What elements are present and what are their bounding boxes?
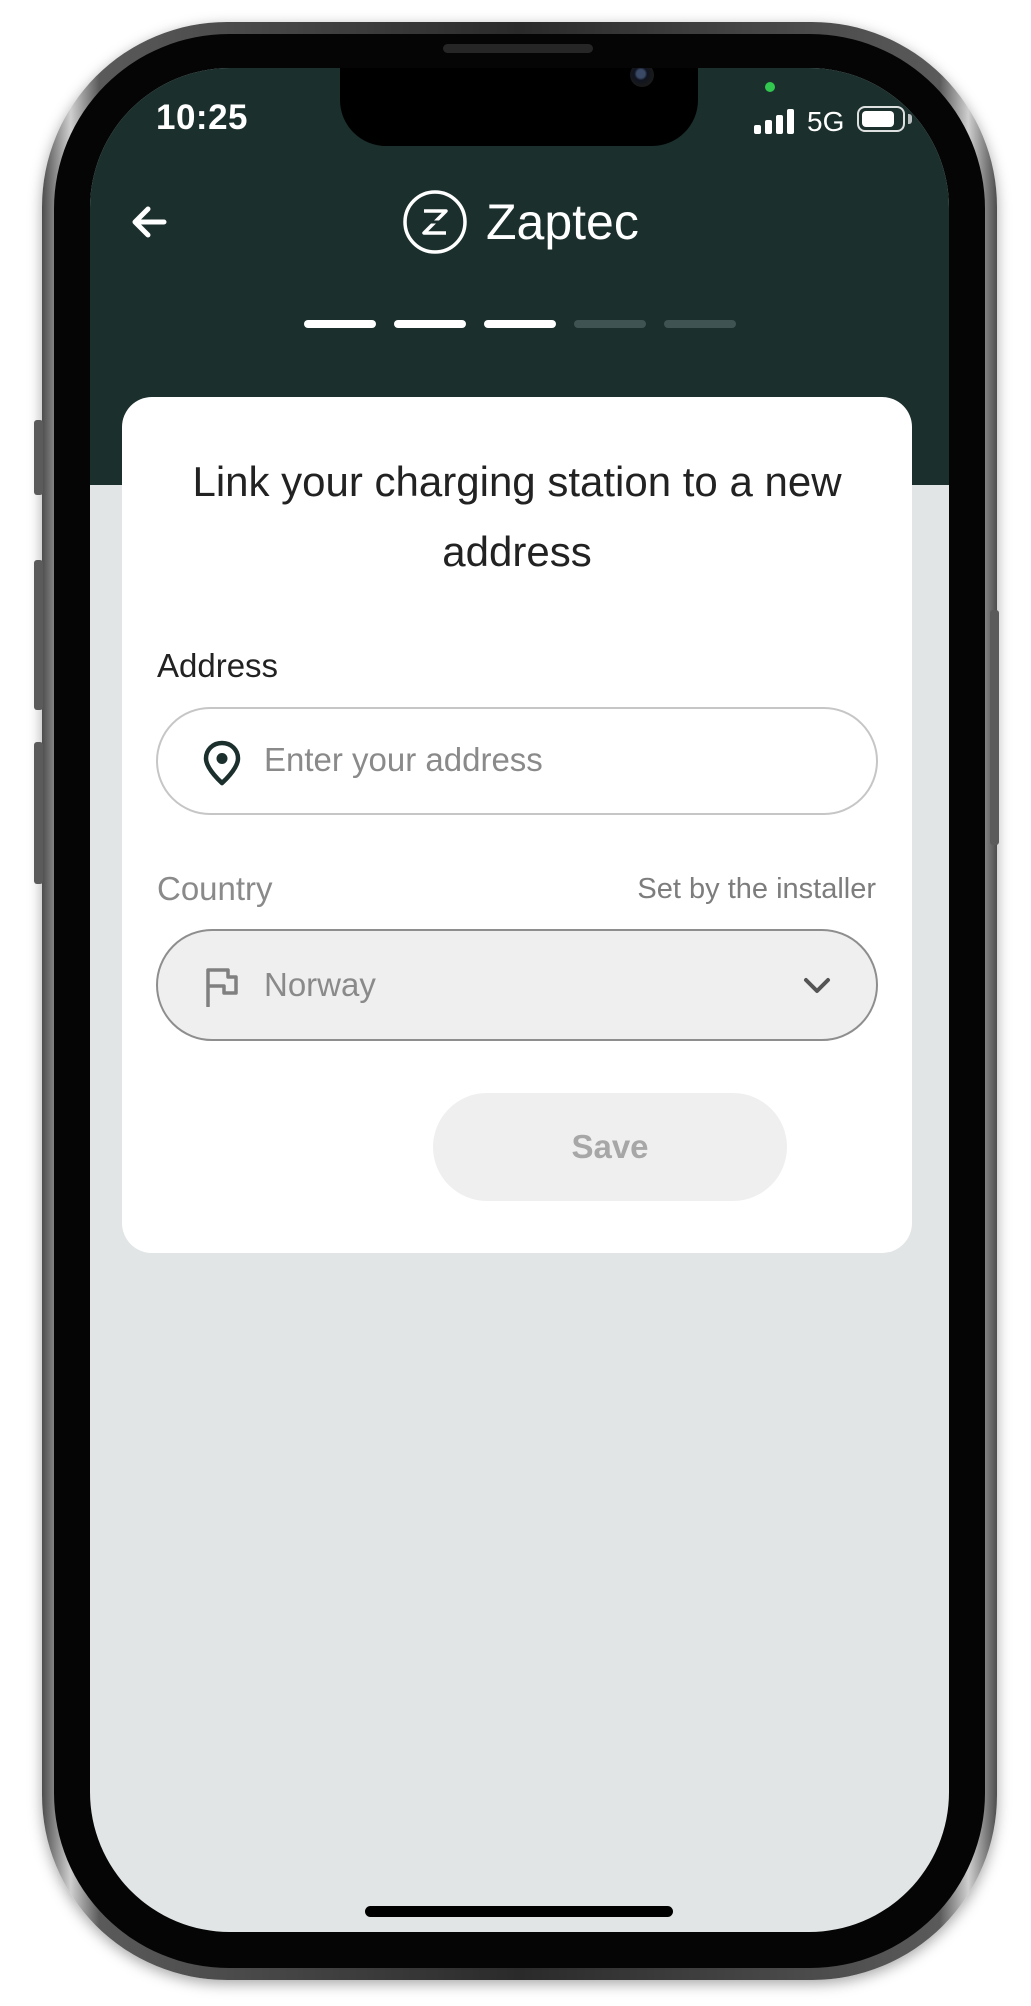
battery-cap [908,114,912,124]
app-logo: Zaptec [402,183,639,261]
zaptec-logo-icon [403,190,467,254]
battery-icon [857,106,905,132]
volume-down-button [34,742,43,884]
signal-strength-icon [754,108,794,134]
front-camera [630,68,654,87]
home-indicator[interactable] [365,1906,673,1917]
address-label: Address [157,647,279,684]
step-progress-indicator [304,320,736,328]
address-form-card: Link your charging station to a new addr… [122,397,912,1253]
earpiece-speaker [443,44,593,53]
chevron-down-icon [804,978,830,993]
flag-icon [206,968,238,1007]
progress-step-4 [574,320,646,328]
country-installer-note: Set by the installer [637,873,876,905]
back-button[interactable] [122,194,178,250]
privacy-indicator-dot [765,82,775,92]
location-pin-icon [203,740,241,786]
screen: 10:25 5G Zaptec Link your charging stati… [90,68,949,1932]
app-name: Zaptec [486,194,639,250]
arrow-left-icon [132,206,167,238]
status-time: 10:25 [156,98,249,137]
battery-level-fill [862,111,894,127]
progress-step-2 [394,320,466,328]
power-button [990,610,999,845]
country-select: Norway [156,929,878,1041]
address-input[interactable]: Enter your address [156,707,878,815]
notch [340,68,698,146]
progress-step-1 [304,320,376,328]
save-button[interactable]: Save [433,1093,787,1201]
country-value: Norway [264,966,376,1003]
country-label: Country [157,870,273,907]
form-title: Link your charging station to a new addr… [192,458,842,575]
network-type-label: 5G [807,106,845,137]
progress-step-5 [664,320,736,328]
address-placeholder: Enter your address [264,741,543,778]
silent-switch [34,420,43,495]
progress-step-3 [484,320,556,328]
volume-up-button [34,560,43,710]
